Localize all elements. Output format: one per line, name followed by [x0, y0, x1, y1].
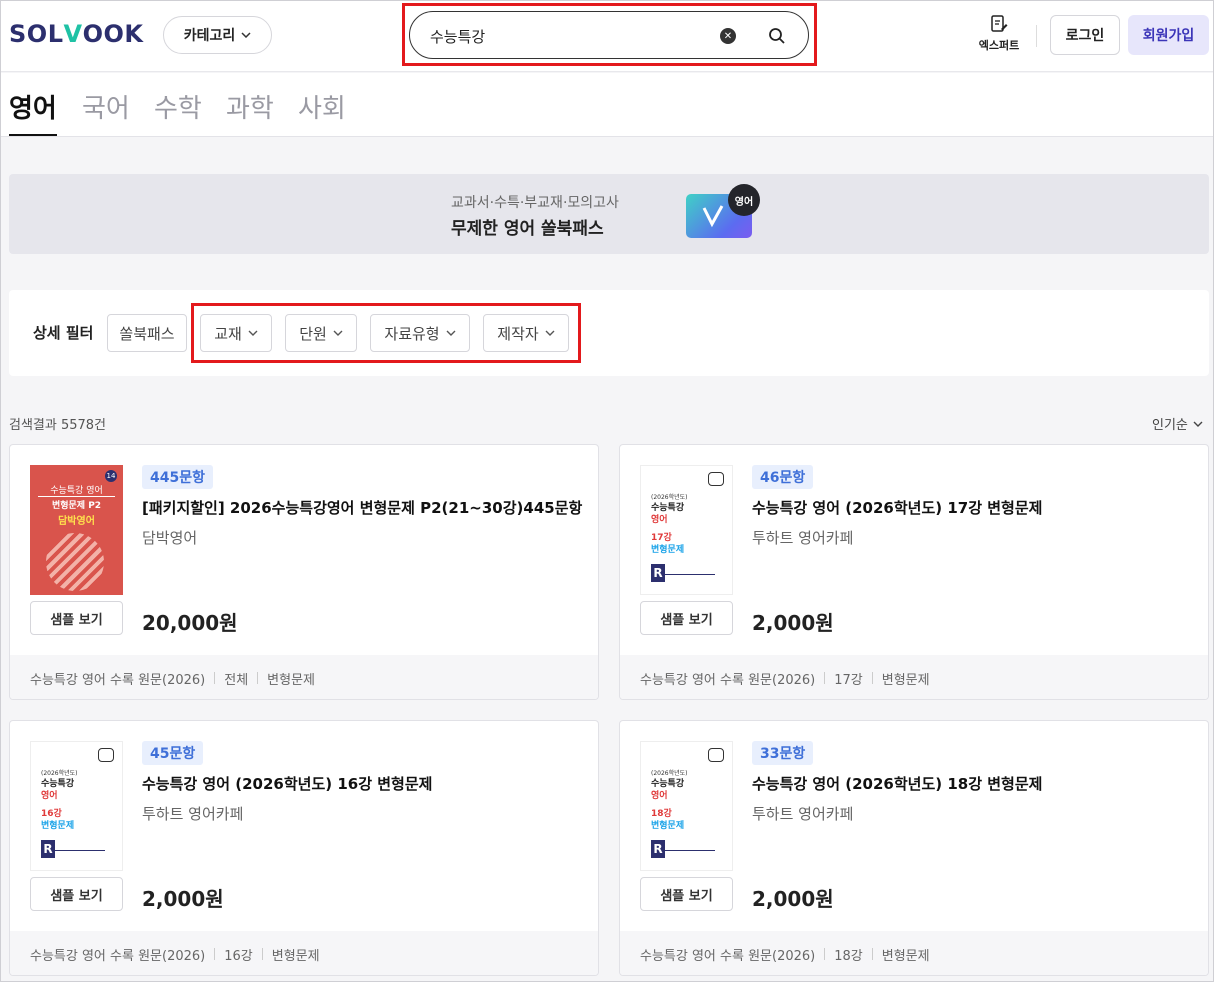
cover-logo: R [651, 564, 665, 582]
sample-view-button[interactable]: 샘플 보기 [30, 877, 123, 911]
cover-logo: R [651, 840, 665, 858]
sample-view-button[interactable]: 샘플 보기 [30, 601, 123, 635]
product-tag: 수능특강 영어 수록 원문(2026) [30, 948, 206, 964]
product-tag: 수능특강 영어 수록 원문(2026) [30, 672, 206, 688]
product-cover-image[interactable]: (2026학년도) 수능특강 영어 17강 변형문제 R [640, 465, 733, 595]
subject-tabs: 영어 국어 수학 과학 사회 [0, 73, 1214, 137]
cover-line: 담박영어 [58, 516, 95, 527]
filter-chip-pass[interactable]: 쏠북패스 [107, 314, 187, 352]
sample-view-button[interactable]: 샘플 보기 [640, 601, 733, 635]
search-highlight-box [402, 3, 817, 66]
expert-label: 엑스퍼트 [978, 39, 1020, 52]
product-tag: 변형문제 [881, 948, 930, 964]
cover-line: 영어 [651, 515, 668, 525]
product-title[interactable]: 수능특강 영어 (2026학년도) 18강 변형문제 [752, 773, 1042, 794]
banner-subtitle: 교과서·수특·부교재·모의고사 [451, 195, 619, 211]
cover-line: 변형문제 [651, 821, 685, 831]
banner-badge: 영어 [728, 184, 760, 216]
cover-line: 영어 [651, 791, 668, 801]
product-tags: 수능특강 영어 수록 원문(2026) 전체 변형문제 [10, 655, 598, 699]
tab-english[interactable]: 영어 [9, 88, 57, 136]
sample-view-button[interactable]: 샘플 보기 [640, 877, 733, 911]
category-button[interactable]: 카테고리 [163, 16, 272, 54]
cover-line: 변형문제 [651, 545, 685, 555]
filter-highlight-box [191, 303, 581, 363]
product-tag: 전체 [224, 672, 249, 688]
cover-mascot [708, 748, 724, 762]
logo-text-v: V [63, 20, 83, 48]
product-tag: 변형문제 [267, 672, 315, 688]
product-title[interactable]: [패키지할인] 2026수능특강영어 변형문제 P2(21~30강)445문항 [142, 497, 582, 518]
signup-button[interactable]: 회원가입 [1128, 15, 1209, 55]
product-price: 2,000원 [142, 887, 224, 911]
product-card[interactable]: (2026학년도) 수능특강 영어 18강 변형문제 R 샘플 보기 33문항 … [619, 720, 1209, 976]
tab-science[interactable]: 과학 [226, 88, 274, 136]
tab-social[interactable]: 사회 [298, 88, 346, 136]
logo-text-right: OOK [82, 20, 144, 48]
question-count-badge: 46문항 [752, 465, 814, 489]
product-card[interactable]: (2026학년도) 수능특강 영어 16강 변형문제 R 샘플 보기 45문항 … [9, 720, 599, 976]
category-label: 카테고리 [183, 28, 236, 44]
detail-filter-panel: 상세 필터 쏠북패스 교재 단원 자료유형 제작자 [9, 290, 1209, 376]
product-tag: 17강 [834, 672, 863, 688]
question-count-badge: 45문항 [142, 741, 204, 765]
product-price: 2,000원 [752, 887, 834, 911]
login-button[interactable]: 로그인 [1050, 15, 1120, 55]
product-tag: 수능특강 영어 수록 원문(2026) [640, 948, 816, 964]
result-count: 검색결과 5578건 [9, 418, 107, 433]
banner-title: 무제한 영어 쏠북패스 [451, 219, 604, 239]
product-author[interactable]: 담박영어 [142, 527, 197, 548]
product-author[interactable]: 투하트 영어카페 [142, 803, 243, 824]
product-tag: 16강 [224, 948, 253, 964]
edit-document-icon [991, 15, 1008, 32]
cover-line: 변형문제 P2 [51, 501, 102, 511]
product-author[interactable]: 투하트 영어카페 [752, 803, 853, 824]
product-tags: 수능특강 영어 수록 원문(2026) 18강 변형문제 [620, 931, 1208, 975]
cover-mascot [708, 472, 724, 486]
filter-label: 상세 필터 [33, 324, 94, 342]
product-tag: 변형문제 [271, 948, 320, 964]
question-count-badge: 445문항 [142, 465, 213, 489]
header-divider [1036, 25, 1037, 47]
cover-mini-badge: 14 [105, 470, 117, 482]
cover-logo: R [41, 840, 55, 858]
product-price: 2,000원 [752, 611, 834, 635]
product-cover-image[interactable]: (2026학년도) 수능특강 영어 16강 변형문제 R [30, 741, 123, 871]
product-tag: 수능특강 영어 수록 원문(2026) [640, 672, 816, 688]
cover-line: 수능특강 영어 [38, 483, 115, 497]
cover-stripe [665, 574, 715, 575]
logo-text-left: SOL [9, 20, 64, 48]
expert-link[interactable]: 엑스퍼트 [972, 14, 1026, 56]
cover-line: 영어 [41, 791, 58, 801]
cover-stripe [665, 850, 715, 851]
chevron-down-icon [241, 32, 251, 38]
sort-dropdown[interactable]: 인기순 [1152, 414, 1203, 433]
cover-line: 변형문제 [41, 821, 75, 831]
product-tags: 수능특강 영어 수록 원문(2026) 16강 변형문제 [10, 931, 598, 975]
product-tag: 변형문제 [881, 672, 930, 688]
product-title[interactable]: 수능특강 영어 (2026학년도) 17강 변형문제 [752, 497, 1042, 518]
tab-math[interactable]: 수학 [154, 88, 202, 136]
product-cover-image[interactable]: 14 수능특강 영어 변형문제 P2 담박영어 [30, 465, 123, 595]
solvook-logo[interactable]: SOL V OOK [9, 20, 143, 48]
cover-stripe [55, 850, 105, 851]
product-tags: 수능특강 영어 수록 원문(2026) 17강 변형문제 [620, 655, 1208, 699]
product-tag: 18강 [834, 948, 863, 964]
question-count-badge: 33문항 [752, 741, 814, 765]
product-title[interactable]: 수능특강 영어 (2026학년도) 16강 변형문제 [142, 773, 432, 794]
product-card[interactable]: (2026학년도) 수능특강 영어 17강 변형문제 R 샘플 보기 46문항 … [619, 444, 1209, 700]
pass-banner[interactable]: 교과서·수특·부교재·모의고사 무제한 영어 쏠북패스 영어 [9, 174, 1209, 254]
product-author[interactable]: 투하트 영어카페 [752, 527, 853, 548]
chevron-down-icon [1193, 421, 1203, 427]
cover-graphic [46, 533, 104, 591]
product-price: 20,000원 [142, 611, 238, 635]
filter-chip-label: 쏠북패스 [119, 324, 175, 343]
product-card[interactable]: 14 수능특강 영어 변형문제 P2 담박영어 샘플 보기 445문항 [패키지… [9, 444, 599, 700]
tab-korean[interactable]: 국어 [82, 88, 130, 136]
sort-label: 인기순 [1152, 418, 1188, 433]
product-cover-image[interactable]: (2026학년도) 수능특강 영어 18강 변형문제 R [640, 741, 733, 871]
cover-mascot [98, 748, 114, 762]
